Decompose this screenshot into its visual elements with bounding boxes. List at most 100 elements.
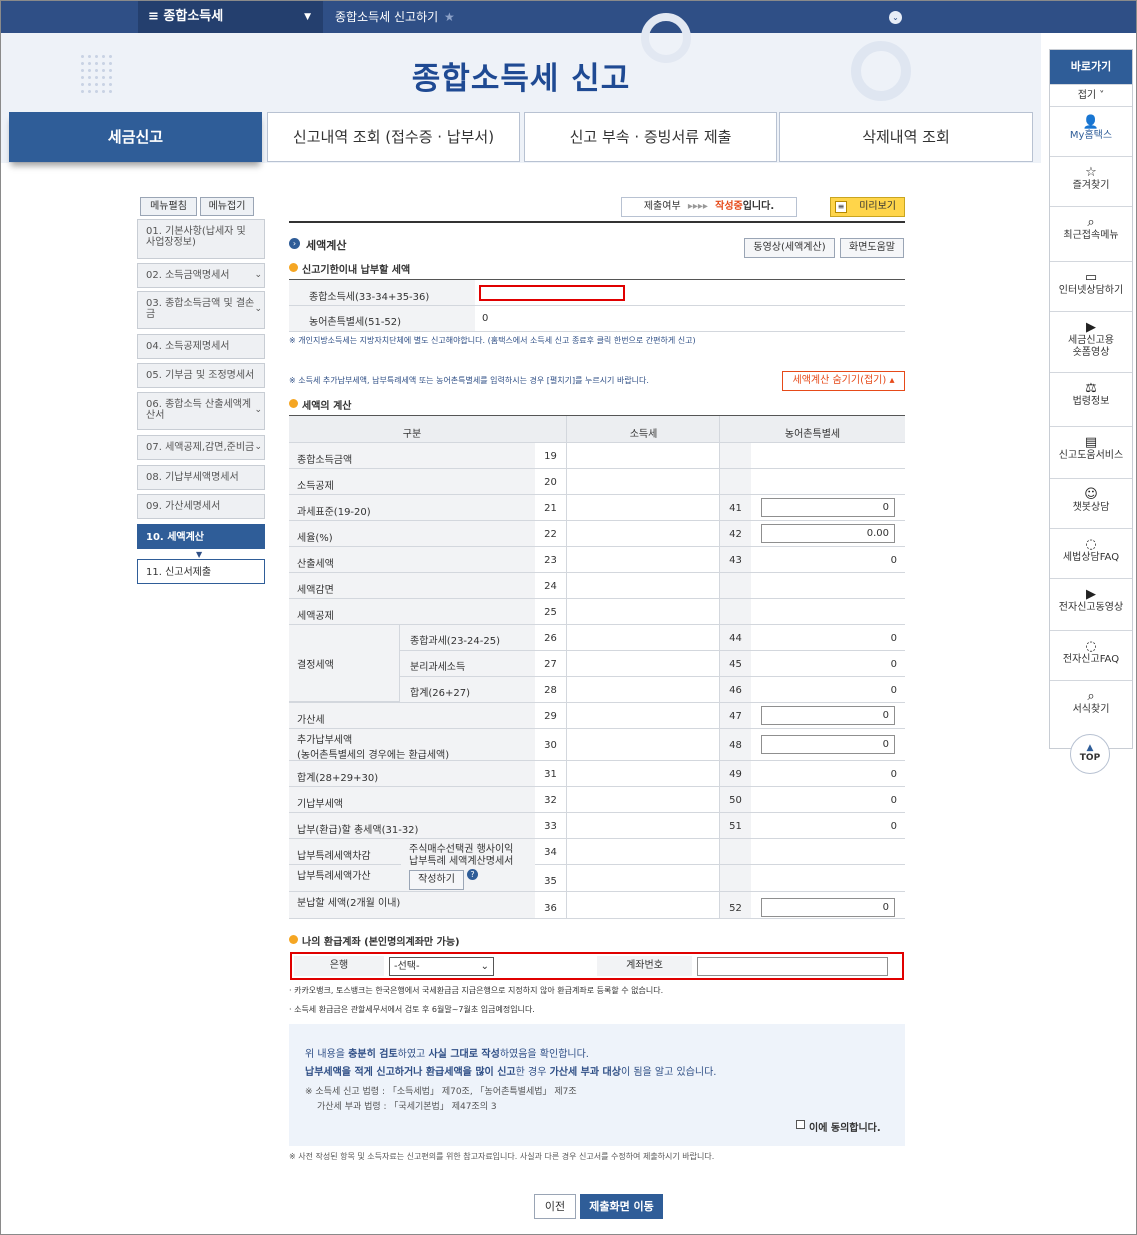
- quick-link-item[interactable]: ⚖ 법령정보: [1050, 372, 1132, 426]
- law-text: ※ 소득세 신고 법령 : 「소득세법」 제70조, 「농어촌특별세법」 제7조: [305, 1087, 577, 1097]
- line-number: 27: [544, 659, 557, 670]
- header-rural-tax: 농어촌특별세: [719, 416, 905, 442]
- quick-link-item[interactable]: ▶ 전자신고동영상: [1050, 578, 1132, 630]
- rural-no-cell: [719, 573, 751, 598]
- tab-tax-report[interactable]: 세금신고: [9, 112, 262, 162]
- menu-expand-button[interactable]: 메뉴펼침: [140, 197, 197, 216]
- line-number: 35: [544, 876, 557, 887]
- side-menu-item[interactable]: 01. 기본사항(납세자 및 사업장정보): [137, 219, 265, 259]
- star-icon[interactable]: ★: [444, 1, 455, 33]
- side-menu-label: 06. 종합소득 산출세액계산서: [146, 399, 252, 421]
- calc-label: 세율(%): [289, 521, 535, 546]
- quick-link-item[interactable]: 👤 My홈택스: [1050, 106, 1132, 156]
- quick-link-item[interactable]: ⌕ 서식찾기: [1050, 680, 1132, 730]
- quick-link-item[interactable]: ▤ 신고도움서비스: [1050, 426, 1132, 478]
- side-menu-label: 11. 신고서제출: [146, 567, 212, 578]
- income-tax-cell: [566, 495, 720, 520]
- bank-select[interactable]: -선택- ⌄: [389, 957, 494, 976]
- submit-button[interactable]: 제출화면 이동: [580, 1194, 663, 1219]
- income-tax-value: [479, 285, 625, 301]
- law-text: 가산세 부과 법령 : 「국세기본법」 제47조의 3: [317, 1102, 497, 1112]
- side-menu-item[interactable]: 11. 신고서제출: [137, 559, 265, 584]
- top-button[interactable]: ▲ TOP: [1070, 734, 1110, 774]
- account-label: 계좌번호: [597, 956, 692, 976]
- quick-link-item[interactable]: ▶ 세금신고용 숏폼영상: [1050, 311, 1132, 372]
- rural-tax-input[interactable]: 0: [761, 735, 895, 754]
- calc-label: 과세표준(19-20): [289, 495, 535, 520]
- bank-label: 은행: [294, 956, 384, 976]
- income-tax-cell: [566, 443, 720, 468]
- rural-tax-input[interactable]: 0: [761, 898, 895, 917]
- main-menu-dropdown[interactable]: ≡ 종합소득세 ▼: [138, 1, 323, 33]
- hide-calc-button[interactable]: 세액계산 숨기기(접기) ▴: [782, 371, 905, 391]
- prev-button[interactable]: 이전: [534, 1194, 576, 1219]
- tab-attachments[interactable]: 신고 부속 · 증빙서류 제출: [524, 112, 777, 162]
- agree-checkbox[interactable]: [796, 1120, 805, 1129]
- quick-link-item[interactable]: ⌕ 최근접속메뉴: [1050, 206, 1132, 261]
- menu-collapse-button[interactable]: 메뉴접기: [200, 197, 254, 216]
- rural-no-cell: 43: [719, 547, 751, 572]
- side-menu-label: 04. 소득공제명세서: [146, 341, 230, 352]
- income-tax-cell: [566, 729, 720, 760]
- chat-icon: ◌: [1085, 639, 1097, 654]
- quick-link-label: 신고도움서비스: [1058, 450, 1124, 461]
- calc-row: 종합소득금액 19: [289, 443, 905, 469]
- rural-tax-value: 0: [890, 633, 897, 644]
- breadcrumb[interactable]: 종합소득세 신고하기: [335, 1, 438, 33]
- chevron-down-icon[interactable]: ⌄: [889, 11, 902, 24]
- side-menu-item[interactable]: 08. 기납부세액명세서: [137, 465, 265, 490]
- quick-link-item[interactable]: ◌ 세법상담FAQ: [1050, 528, 1132, 578]
- quick-link-item[interactable]: ☺ 챗봇상담: [1050, 478, 1132, 528]
- local-tax-note: ※ 개인지방소득세는 지방자치단체에 별도 신고해야합니다. (홈택스에서 소득…: [289, 336, 696, 345]
- side-menu-label: 05. 기부금 및 조정명세서: [146, 370, 255, 381]
- recent-menu-icon: ⌕: [1087, 215, 1095, 230]
- quick-link-item[interactable]: ▭ 인터넷상담하기: [1050, 261, 1132, 311]
- star-icon: ☆: [1085, 165, 1097, 180]
- top-navigation-bar: ≡ 종합소득세 ▼ 종합소득세 신고하기 ★ ⌄: [1, 1, 1136, 33]
- side-menu-item[interactable]: 04. 소득공제명세서: [137, 334, 265, 359]
- tab-report-history[interactable]: 신고내역 조회 (접수증 · 납부서): [267, 112, 520, 162]
- line-number: 36: [544, 903, 557, 914]
- rural-no-cell: 42: [719, 521, 751, 546]
- side-menu-item[interactable]: 06. 종합소득 산출세액계산서 ⌄: [137, 392, 265, 430]
- preview-button[interactable]: ≡ 미리보기: [830, 197, 905, 217]
- quick-link-item[interactable]: ☆ 즐겨찾기: [1050, 156, 1132, 206]
- play-icon: ▶: [1086, 587, 1096, 602]
- line-number: 31: [544, 769, 557, 780]
- income-tax-cell: [566, 703, 720, 728]
- rural-no-cell: 45: [719, 651, 751, 676]
- rural-no-cell: 41: [719, 495, 751, 520]
- side-menu-item[interactable]: 07. 세액공제,감면,준비금 ⌄: [137, 435, 265, 460]
- help-icon[interactable]: ?: [467, 869, 478, 880]
- write-button[interactable]: 작성하기: [409, 870, 464, 890]
- help-button[interactable]: 화면도움말: [840, 238, 904, 258]
- side-menu-item-active[interactable]: 10. 세액계산: [137, 524, 265, 549]
- account-number-input[interactable]: [697, 957, 888, 976]
- quick-link-item[interactable]: ◌ 전자신고FAQ: [1050, 630, 1132, 680]
- bullet-icon: [289, 263, 298, 272]
- document-icon: ≡: [835, 201, 847, 213]
- status-suffix: 입니다.: [742, 201, 775, 212]
- rural-tax-input[interactable]: 0: [761, 498, 895, 517]
- calc-header: 구분 소득세 농어촌특별세: [289, 416, 905, 443]
- preview-label: 미리보기: [859, 201, 896, 212]
- side-menu-item[interactable]: 05. 기부금 및 조정명세서: [137, 363, 265, 388]
- confirm-text: 충분히 검토: [348, 1049, 398, 1060]
- rural-tax-input[interactable]: 0.00: [761, 524, 895, 543]
- calc-sublabel: 분리과세소득: [399, 651, 535, 676]
- line-number: 24: [544, 581, 557, 592]
- rural-tax-input[interactable]: 0: [761, 706, 895, 725]
- video-button[interactable]: 동영상(세액계산): [744, 238, 835, 258]
- side-menu-item[interactable]: 09. 가산세명세서: [137, 494, 265, 519]
- quick-link-label: 서식찾기: [1072, 704, 1110, 715]
- calc-row: 세액감면 24: [289, 573, 905, 599]
- fold-button[interactable]: 접기 ˅: [1050, 84, 1132, 106]
- rural-tax-value: 0: [890, 769, 897, 780]
- calc-label: 합계(28+29+30): [289, 761, 535, 786]
- side-menu-item[interactable]: 03. 종합소득금액 및 결손금 ⌄: [137, 291, 265, 329]
- tab-deleted-history[interactable]: 삭제내역 조회: [779, 112, 1033, 162]
- side-menu-item[interactable]: 02. 소득금액명세서 ⌄: [137, 263, 265, 288]
- rural-no-cell: [719, 865, 751, 891]
- refund-note: · 카카오뱅크, 토스뱅크는 한국은행에서 국세환급금 지급은행으로 지정하지 …: [289, 986, 664, 995]
- rural-no-cell: 48: [719, 729, 751, 760]
